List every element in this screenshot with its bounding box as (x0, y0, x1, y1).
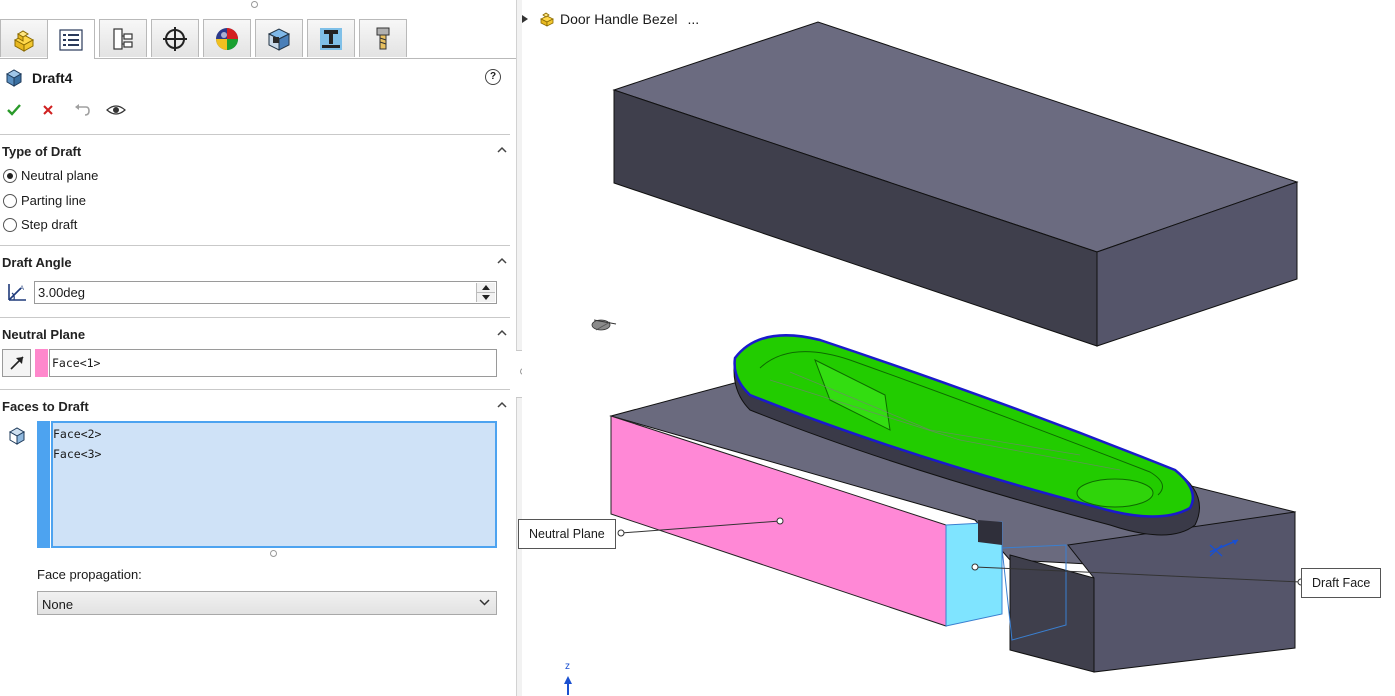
part-icon (13, 29, 35, 52)
panel-resize-handle[interactable] (251, 1, 258, 8)
angle-icon: A (8, 284, 26, 301)
faces-to-draft-header[interactable]: Faces to Draft (2, 399, 89, 414)
type-of-draft-header[interactable]: Type of Draft (2, 144, 81, 159)
face-icon (8, 427, 26, 445)
chevron-up-icon[interactable] (497, 146, 507, 154)
neutral-plane-swatch (35, 349, 48, 377)
tab-feature-manager[interactable] (0, 19, 48, 57)
checkmark-icon (7, 104, 21, 116)
close-icon (43, 105, 53, 115)
radio-button[interactable] (3, 168, 17, 183)
chevron-up-icon[interactable] (497, 401, 507, 409)
target-icon (163, 26, 187, 51)
tab-dimxpert-manager[interactable] (151, 19, 199, 57)
radio-parting-line[interactable]: Parting line (3, 193, 86, 208)
face-propagation-label: Face propagation: (37, 567, 142, 582)
tab-cam-feature[interactable] (255, 19, 303, 57)
face-propagation-select[interactable]: None (37, 591, 497, 615)
help-icon[interactable]: ? (485, 69, 501, 85)
drill-tool-icon (376, 27, 390, 49)
face-propagation-value: None (42, 597, 74, 612)
list-resize-handle[interactable] (270, 550, 277, 557)
triangle-down-icon (482, 295, 490, 300)
section-divider (0, 134, 510, 135)
angle-spinner[interactable] (476, 283, 495, 302)
leader-dot (617, 529, 625, 537)
configuration-icon (113, 27, 133, 50)
radio-neutral-plane[interactable]: Neutral plane (3, 168, 98, 183)
graphics-viewport[interactable] (522, 0, 1395, 696)
part-name[interactable]: Door Handle Bezel (560, 11, 678, 27)
feature-title-row: Draft4 (4, 66, 72, 90)
leader-dot (971, 563, 979, 571)
tab-cam-operation[interactable] (307, 19, 355, 57)
feature-tree-flyout[interactable]: Door Handle Bezel ... (522, 10, 699, 28)
cube-view-icon (267, 27, 291, 51)
draft-face-callout[interactable]: Draft Face (1301, 568, 1382, 598)
color-wheel-icon (216, 27, 238, 50)
radio-label: Parting line (21, 193, 87, 208)
section-divider (0, 245, 510, 246)
neutral-plane-selection-box[interactable]: Face<1> (49, 349, 497, 377)
cancel-button[interactable] (36, 99, 60, 121)
mill-tool-icon (320, 27, 342, 50)
neutral-plane-value: Face<1> (52, 356, 101, 370)
property-manager-icon (59, 28, 83, 51)
draft-face-shadow (978, 520, 1002, 545)
list-item[interactable]: Face<3> (53, 447, 101, 461)
radio-label: Step draft (21, 217, 78, 232)
draft-angle-header[interactable]: Draft Angle (2, 255, 72, 270)
radio-button[interactable] (3, 193, 17, 208)
reverse-direction-button[interactable] (2, 349, 31, 377)
tab-configuration-manager[interactable] (99, 19, 147, 57)
draft-angle-input[interactable]: 3.00deg (34, 281, 497, 304)
z-axis-label: z (565, 661, 570, 672)
undo-icon (75, 104, 90, 116)
action-buttons (2, 99, 138, 121)
triangle-up-icon (482, 285, 490, 290)
chevron-down-icon (479, 599, 490, 606)
tab-cam-tools[interactable] (359, 19, 407, 57)
ok-button[interactable] (2, 99, 26, 121)
undo-button[interactable] (70, 99, 94, 121)
model-view[interactable] (522, 0, 1395, 696)
list-item[interactable]: Face<2> (53, 427, 101, 441)
faces-to-draft-list[interactable]: Face<2> Face<3> (51, 421, 497, 548)
axis-indicator (564, 676, 572, 695)
part-icon (540, 12, 554, 27)
section-divider (0, 389, 510, 390)
leader-dot (776, 517, 784, 525)
eye-icon (106, 105, 126, 115)
faces-to-draft-swatch (37, 421, 50, 548)
expand-arrow-icon[interactable] (522, 15, 528, 23)
spin-down-button[interactable] (477, 293, 495, 302)
chevron-up-icon[interactable] (497, 257, 507, 265)
radio-step-draft[interactable]: Step draft (3, 217, 77, 232)
upper-mold-block[interactable] (612, 21, 1299, 347)
tree-ellipsis: ... (687, 11, 700, 27)
svg-text:A: A (20, 286, 24, 292)
preview-button[interactable] (104, 99, 128, 121)
radio-label: Neutral plane (21, 168, 99, 183)
radio-button[interactable] (3, 217, 17, 232)
chevron-up-icon[interactable] (497, 329, 507, 337)
spin-up-button[interactable] (477, 283, 495, 293)
tab-display-manager[interactable] (203, 19, 251, 57)
feature-title: Draft4 (32, 70, 73, 86)
mouse-cursor-icon (591, 319, 617, 331)
arrow-diagonal-icon (10, 356, 24, 370)
tab-property-manager[interactable] (47, 19, 95, 59)
neutral-plane-callout[interactable]: Neutral Plane (518, 519, 616, 549)
manager-tab-bar (0, 18, 516, 59)
section-divider (0, 317, 510, 318)
draft-angle-value: 3.00deg (38, 285, 85, 300)
neutral-plane-header[interactable]: Neutral Plane (2, 327, 85, 342)
draft-feature-icon (5, 69, 23, 87)
